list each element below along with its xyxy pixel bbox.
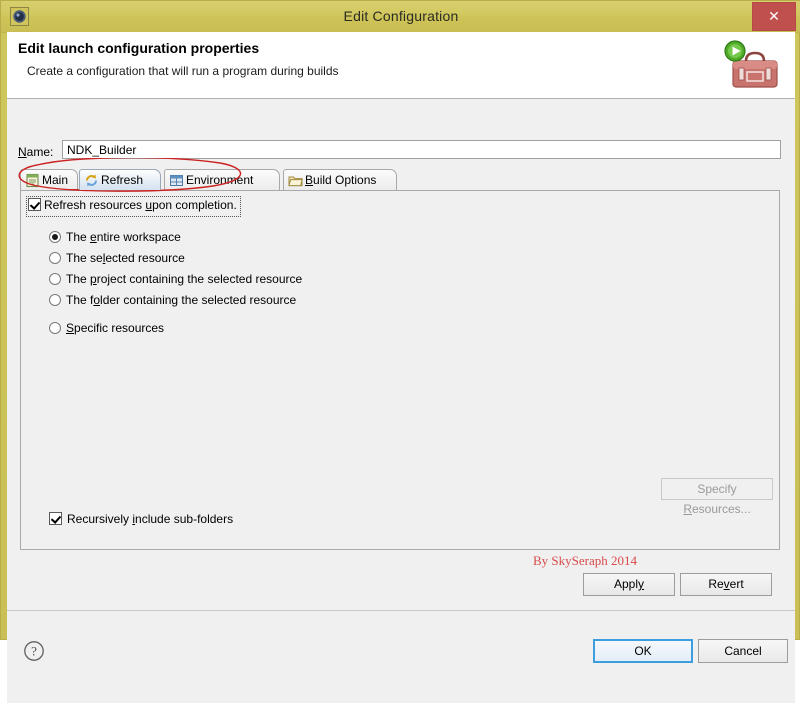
recursive-subfolders-checkbox[interactable]: Recursively include sub-folders	[49, 512, 233, 526]
recursive-subfolders-label: Recursively include sub-folders	[67, 512, 234, 526]
radio-button	[49, 252, 61, 264]
radio-entire-workspace[interactable]: The entire workspace	[49, 230, 181, 246]
tab-refresh-label: Refresh	[101, 173, 144, 187]
banner-title: Edit launch configuration properties	[18, 40, 260, 56]
cancel-button[interactable]: Cancel	[698, 639, 788, 663]
radio-specific-resources-label: Specific resources	[66, 321, 165, 335]
radio-folder-containing[interactable]: The folder containing the selected resou…	[49, 293, 296, 309]
tab-build-options-label: Build Options	[305, 173, 377, 187]
name-label: Name:	[18, 145, 54, 159]
radio-button	[49, 322, 61, 334]
apply-button[interactable]: Apply	[583, 573, 675, 596]
environment-table-icon	[169, 173, 184, 188]
tab-main[interactable]: Main	[20, 169, 78, 190]
radio-project-containing[interactable]: The project containing the selected reso…	[49, 272, 302, 288]
dialog-body: Edit launch configuration properties Cre…	[7, 32, 795, 703]
dialog-footer: ? OK Cancel	[7, 610, 795, 703]
radio-specific-resources[interactable]: Specific resources	[49, 321, 164, 337]
tab-main-label: Main	[42, 173, 69, 187]
window-title: Edit Configuration	[343, 8, 459, 24]
radio-selected-resource-label: The selected resource	[66, 251, 185, 265]
dialog-content: Name: NDK_Builder Main Refresh Environme…	[7, 99, 795, 703]
radio-selected-resource[interactable]: The selected resource	[49, 251, 185, 267]
title-bar: Edit Configuration ✕	[1, 1, 800, 33]
revert-button[interactable]: Revert	[680, 573, 772, 596]
specify-resources-button[interactable]: Specify Resources...	[661, 478, 773, 516]
main-document-icon	[25, 173, 40, 188]
watermark-text: By SkySeraph 2014	[533, 553, 637, 568]
tab-strip: Main Refresh Environment Build Options	[20, 169, 780, 190]
question-mark-icon[interactable]: ?	[23, 640, 45, 662]
refresh-on-completion-label: Refresh resources upon completion.	[44, 198, 237, 212]
tab-build-options[interactable]: Build Options	[283, 169, 397, 190]
radio-folder-containing-label: The folder containing the selected resou…	[66, 293, 297, 307]
close-button[interactable]: ✕	[752, 2, 796, 31]
refresh-arrows-icon	[84, 173, 99, 188]
svg-text:?: ?	[31, 644, 37, 659]
tab-environment[interactable]: Environment	[164, 169, 280, 190]
edit-configuration-window: Edit Configuration ✕ Edit launch configu…	[0, 0, 800, 703]
radio-button	[49, 273, 61, 285]
radio-project-containing-label: The project containing the selected reso…	[66, 272, 303, 286]
checkbox-box	[28, 198, 41, 211]
radio-button	[49, 231, 61, 243]
refresh-on-completion-checkbox[interactable]: Refresh resources upon completion.	[26, 196, 241, 217]
dialog-banner: Edit launch configuration properties Cre…	[7, 32, 795, 99]
tab-environment-label: Environment	[186, 173, 254, 187]
configuration-name-input[interactable]	[62, 140, 781, 159]
checkbox-box	[49, 512, 62, 525]
radio-entire-workspace-label: The entire workspace	[66, 230, 181, 244]
tab-refresh[interactable]: Refresh	[79, 169, 161, 190]
toolbox-with-run-badge-icon	[719, 35, 785, 95]
refresh-tab-panel: Refresh resources upon completion. The e…	[20, 190, 780, 568]
folder-icon	[288, 173, 303, 188]
banner-subtitle: Create a configuration that will run a p…	[27, 64, 339, 78]
ok-button[interactable]: OK	[593, 639, 693, 663]
radio-button	[49, 294, 61, 306]
